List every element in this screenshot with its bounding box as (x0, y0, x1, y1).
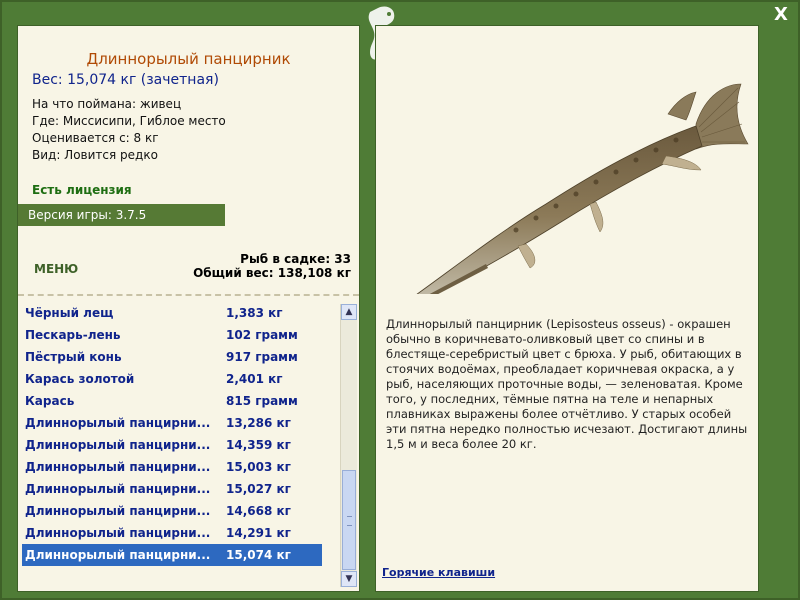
fish-description-panel: Длиннорылый панцирник (Lepisosteus osseu… (375, 25, 759, 592)
catch-item-name: Карась (25, 394, 75, 408)
catch-item-name: Пёстрый конь (25, 350, 122, 364)
catch-item-weight: 15,074 кг (226, 548, 291, 562)
menu-button[interactable]: МЕНЮ (34, 262, 78, 276)
fish-title: Длиннорылый панцирник (86, 50, 291, 68)
catch-item-name: Длиннорылый панцирни... (25, 548, 211, 562)
license-status: Есть лицензия (32, 183, 132, 197)
catch-list-item[interactable]: Длиннорылый панцирни... 13,286 кг (22, 412, 322, 434)
catch-list-item[interactable]: Длиннорылый панцирни... 14,291 кг (22, 522, 322, 544)
catch-item-name: Карась золотой (25, 372, 135, 386)
catch-item-weight: 14,668 кг (226, 504, 291, 518)
fish-details: На что поймана: живец Где: Миссисипи, Ги… (32, 96, 226, 164)
fish-description: Длиннорылый панцирник (Lepisosteus osseu… (386, 317, 748, 451)
cage-total-weight: Общий вес: 138,108 кг (193, 266, 351, 280)
catch-item-weight: 15,027 кг (226, 482, 291, 496)
scroll-up-icon[interactable]: ▲ (341, 304, 357, 320)
catch-list-item[interactable]: Длиннорылый панцирни... 15,003 кг (22, 456, 322, 478)
catch-item-name: Длиннорылый панцирни... (25, 526, 211, 540)
catch-item-name: Длиннорылый панцирни... (25, 482, 211, 496)
catch-item-weight: 14,359 кг (226, 438, 291, 452)
caught-with-text: На что поймана: живец (32, 97, 182, 111)
catch-item-name: Пескарь-лень (25, 328, 121, 342)
catch-list-item[interactable]: Длиннорылый панцирни... 15,074 кг (22, 544, 322, 566)
catch-list-item[interactable]: Карась золотой 2,401 кг (22, 368, 322, 390)
catch-list-item[interactable]: Длиннорылый панцирни... 14,359 кг (22, 434, 322, 456)
catch-item-name: Чёрный лещ (25, 306, 114, 320)
catch-item-weight: 917 грамм (226, 350, 298, 364)
close-button[interactable]: X (770, 4, 792, 26)
grip-icon (347, 516, 352, 526)
kind-text: Вид: Ловится редко (32, 148, 158, 162)
catch-item-name: Длиннорылый панцирни... (25, 460, 211, 474)
cage-count: Рыб в садке: 33 (240, 252, 351, 266)
catch-item-weight: 14,291 кг (226, 526, 291, 540)
catch-item-weight: 2,401 кг (226, 372, 283, 386)
catch-item-weight: 15,003 кг (226, 460, 291, 474)
catch-list-area: Чёрный лещ 1,383 кг Пескарь-лень 102 грамм П… (18, 296, 359, 591)
catch-item-weight: 13,286 кг (226, 416, 291, 430)
catch-list-item[interactable]: Пескарь-лень 102 грамм (22, 324, 322, 346)
catch-item-name: Длиннорылый панцирни... (25, 416, 211, 430)
catch-item-weight: 815 грамм (226, 394, 298, 408)
scroll-thumb[interactable] (342, 470, 356, 570)
fish-info-panel: Длиннорылый панцирник Вес: 15,074 кг (за… (17, 25, 360, 592)
catch-item-name: Длиннорылый панцирни... (25, 504, 211, 518)
longnose-gar-image (416, 83, 749, 294)
game-version: Версия игры: 3.7.5 (18, 204, 225, 226)
catch-list-scrollbar[interactable]: ▲ ▼ (340, 304, 357, 587)
catch-list: Чёрный лещ 1,383 кг Пескарь-лень 102 грамм П… (22, 302, 322, 566)
catch-item-weight: 102 грамм (226, 328, 298, 342)
catch-list-item[interactable]: Чёрный лещ 1,383 кг (22, 302, 322, 324)
hotkeys-link[interactable]: Горячие клавиши (382, 566, 495, 579)
fish-weight: Вес: 15,074 кг (зачетная) (32, 72, 219, 88)
catch-list-item[interactable]: Пёстрый конь 917 грамм (22, 346, 322, 368)
catch-list-item[interactable]: Длиннорылый панцирни... 15,027 кг (22, 478, 322, 500)
catch-list-item[interactable]: Карась 815 грамм (22, 390, 322, 412)
catch-list-item[interactable]: Длиннорылый панцирни... 14,668 кг (22, 500, 322, 522)
rated-from-text: Оценивается с: 8 кг (32, 131, 159, 145)
catch-item-name: Длиннорылый панцирни... (25, 438, 211, 452)
scroll-down-icon[interactable]: ▼ (341, 571, 357, 587)
catch-item-weight: 1,383 кг (226, 306, 283, 320)
location-text: Где: Миссисипи, Гиблое место (32, 114, 226, 128)
